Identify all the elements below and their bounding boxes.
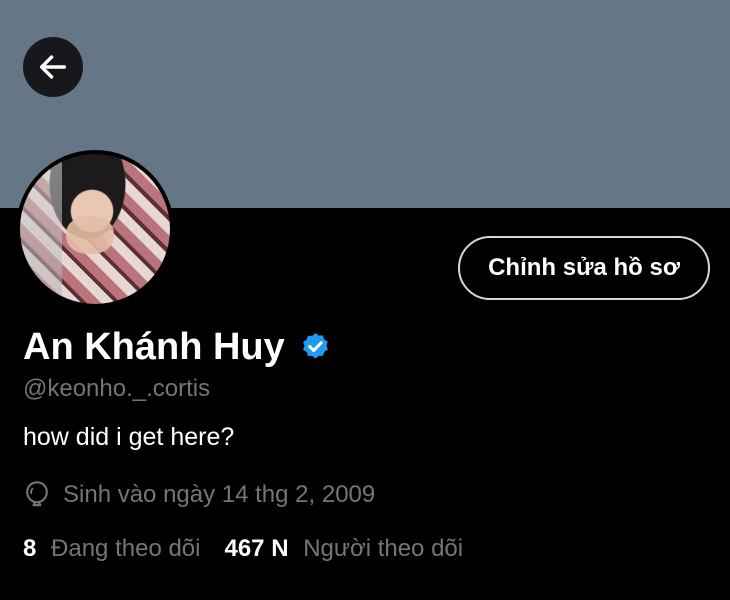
follow-stats: 8 Đang theo dõi 467 N Người theo dõi	[23, 535, 463, 563]
followers-link[interactable]: 467 N Người theo dõi	[224, 535, 463, 563]
verified-badge-icon	[302, 333, 328, 359]
balloon-icon	[26, 481, 48, 507]
avatar[interactable]	[16, 150, 174, 308]
following-label: Đang theo dõi	[51, 535, 201, 562]
edit-profile-button[interactable]: Chỉnh sửa hồ sơ	[458, 236, 710, 300]
display-name: An Khánh Huy	[23, 326, 285, 368]
avatar-image	[20, 154, 170, 304]
following-count: 8	[23, 535, 37, 562]
arrow-left-icon	[39, 55, 67, 79]
profile-bio: how did i get here?	[23, 423, 235, 451]
followers-count: 467 N	[224, 535, 289, 562]
following-link[interactable]: 8 Đang theo dõi	[23, 535, 200, 563]
profile-handle: @keonho._.cortis	[23, 375, 211, 402]
birth-date-row: Sinh vào ngày 14 thg 2, 2009	[23, 480, 375, 510]
followers-label: Người theo dõi	[303, 535, 464, 562]
birth-date-text: Sinh vào ngày 14 thg 2, 2009	[63, 481, 376, 508]
back-button[interactable]	[23, 37, 83, 97]
name-row: An Khánh Huy	[23, 326, 332, 369]
